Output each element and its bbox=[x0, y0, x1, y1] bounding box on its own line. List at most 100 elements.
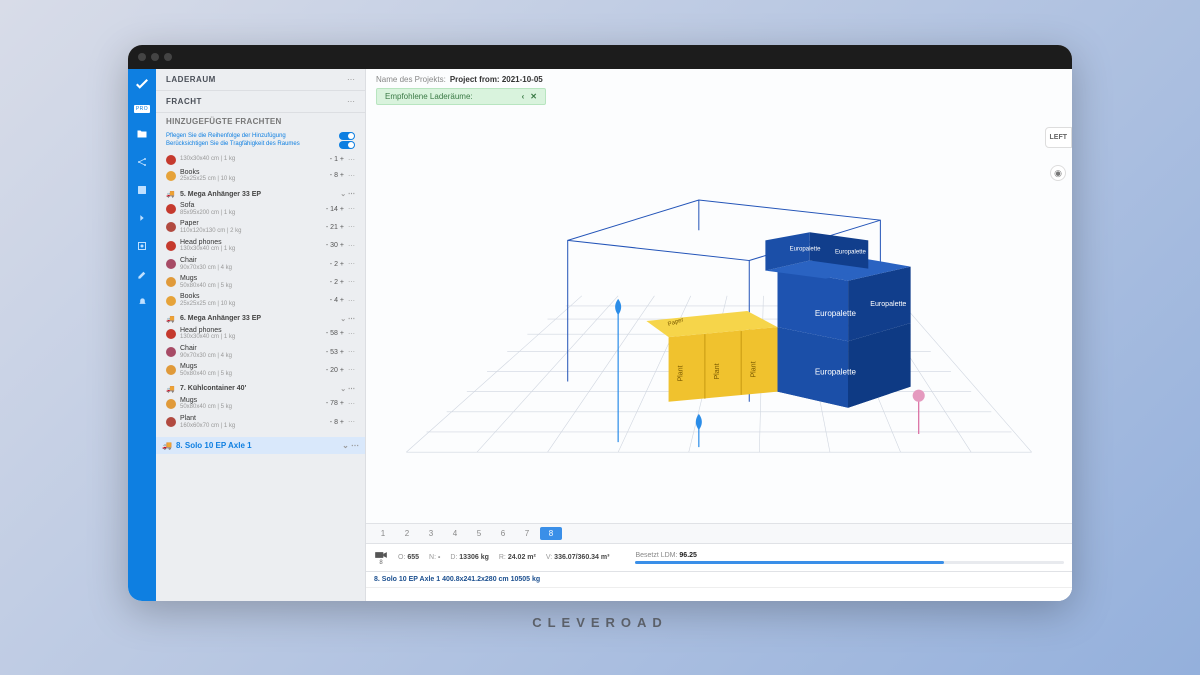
marker-sphere-icon[interactable] bbox=[913, 390, 925, 402]
quantity-stepper[interactable]: - 1 + bbox=[314, 156, 344, 163]
quantity-stepper[interactable]: - 53 + bbox=[314, 349, 344, 356]
toggle2-switch[interactable] bbox=[339, 141, 355, 149]
more-icon[interactable]: ⋯ bbox=[348, 297, 355, 305]
cargo-item[interactable]: Sofa85x95x200 cm | 1 kg- 14 +⋯ bbox=[160, 200, 361, 218]
ldm-value: 96.25 bbox=[679, 552, 697, 559]
traffic-close[interactable] bbox=[138, 53, 146, 61]
traffic-max[interactable] bbox=[164, 53, 172, 61]
ldm-block: Besetzt LDM: 96.25 bbox=[621, 552, 1064, 564]
cargo-item[interactable]: Chair90x70x30 cm | 4 kg- 2 +⋯ bbox=[160, 255, 361, 273]
cargo-item[interactable]: Head phones130x30x40 cm | 1 kg- 30 +⋯ bbox=[160, 237, 361, 255]
hint-close-icon[interactable]: ✕ bbox=[530, 92, 537, 101]
step-navigator: 12345678 bbox=[366, 523, 1072, 543]
camera-badge[interactable]: 8 bbox=[374, 550, 388, 566]
axle-info-bar[interactable]: 8. Solo 10 EP Axle 1 400.8x241.2x280 cm … bbox=[366, 571, 1072, 587]
vehicle-group-header[interactable]: 🚚5. Mega Anhänger 33 EP⌄ ⋯ bbox=[160, 185, 361, 200]
stat-v-val: 336.07/360.34 m³ bbox=[554, 554, 609, 561]
more-icon[interactable]: ⋯ bbox=[348, 366, 355, 374]
logo-pro-badge: PRO bbox=[134, 105, 150, 113]
share-icon[interactable] bbox=[135, 155, 149, 169]
cargo-item[interactable]: Mugs50x80x40 cm | 5 kg- 2 +⋯ bbox=[160, 273, 361, 291]
cargo-item[interactable]: Mugs50x80x40 cm | 5 kg- 78 +⋯ bbox=[160, 395, 361, 413]
more-icon[interactable]: ⋯ bbox=[348, 348, 355, 356]
app-logo[interactable] bbox=[132, 75, 152, 95]
template-icon[interactable] bbox=[135, 183, 149, 197]
step-2[interactable]: 2 bbox=[396, 527, 418, 540]
quantity-stepper[interactable]: - 20 + bbox=[314, 367, 344, 374]
box-label: Plant bbox=[750, 361, 757, 377]
chevron-right-icon[interactable] bbox=[135, 211, 149, 225]
cargo-item[interactable]: Mugs50x80x40 cm | 5 kg- 20 +⋯ bbox=[160, 361, 361, 379]
quantity-stepper[interactable]: - 8 + bbox=[314, 419, 344, 426]
step-5[interactable]: 5 bbox=[468, 527, 490, 540]
quantity-stepper[interactable]: - 4 + bbox=[314, 297, 344, 304]
vehicle-group-header[interactable]: 🚚7. Kühlcontainer 40'⌄ ⋯ bbox=[160, 380, 361, 395]
vehicle-group-header[interactable]: 🚚6. Mega Anhänger 33 EP⌄ ⋯ bbox=[160, 310, 361, 325]
more-icon[interactable]: ⋯ bbox=[347, 97, 355, 106]
color-swatch bbox=[166, 277, 176, 287]
color-swatch bbox=[166, 204, 176, 214]
color-swatch bbox=[166, 296, 176, 306]
app-window: PRO LADERAUM ⋯ FRACHT ⋯ HINZUGEFÜGTE FRA… bbox=[128, 45, 1072, 601]
step-7[interactable]: 7 bbox=[516, 527, 538, 540]
more-icon[interactable]: ⋯ bbox=[347, 75, 355, 84]
cargo-item[interactable]: Head phones130x30x40 cm | 1 kg- 58 +⋯ bbox=[160, 325, 361, 343]
project-bar: Name des Projekts: Project from: 2021-10… bbox=[366, 69, 1072, 86]
box-label: Plant bbox=[678, 365, 685, 381]
hint-prev-icon[interactable]: ‹ bbox=[522, 92, 525, 101]
cargo-item[interactable]: Chair90x70x30 cm | 4 kg- 53 +⋯ bbox=[160, 343, 361, 361]
step-6[interactable]: 6 bbox=[492, 527, 514, 540]
stat-d-key: D: bbox=[450, 554, 457, 561]
target-icon[interactable] bbox=[135, 239, 149, 253]
step-1[interactable]: 1 bbox=[372, 527, 394, 540]
edit-icon[interactable] bbox=[135, 267, 149, 281]
more-icon[interactable]: ⋯ bbox=[348, 278, 355, 286]
traffic-min[interactable] bbox=[151, 53, 159, 61]
folder-icon[interactable] bbox=[135, 127, 149, 141]
view-left-button[interactable]: LEFT bbox=[1045, 127, 1073, 148]
marker-pin-icon[interactable] bbox=[615, 299, 621, 315]
more-icon[interactable]: ⋯ bbox=[348, 242, 355, 250]
cargo-item[interactable]: Books25x25x25 cm | 10 kg- 8 +⋯ bbox=[160, 167, 361, 185]
quantity-stepper[interactable]: - 2 + bbox=[314, 279, 344, 286]
pallet-label: Europalette bbox=[815, 309, 857, 318]
cargo-item[interactable]: Plant160x60x70 cm | 1 kg- 8 +⋯ bbox=[160, 413, 361, 431]
more-icon[interactable]: ⋯ bbox=[348, 330, 355, 338]
bell-icon[interactable] bbox=[135, 295, 149, 309]
more-icon[interactable]: ⋯ bbox=[348, 260, 355, 268]
selected-vehicle-row[interactable]: 🚚 8. Solo 10 EP Axle 1 ⌄ ⋯ bbox=[156, 437, 365, 454]
section-laderaum[interactable]: LADERAUM ⋯ bbox=[156, 69, 365, 91]
cargo-item[interactable]: 130x30x40 cm | 1 kg- 1 +⋯ bbox=[160, 153, 361, 167]
yellow-box-front[interactable] bbox=[669, 327, 778, 402]
step-3[interactable]: 3 bbox=[420, 527, 442, 540]
cargo-item[interactable]: Paper110x120x130 cm | 2 kg- 21 +⋯ bbox=[160, 218, 361, 236]
quantity-stepper[interactable]: - 78 + bbox=[314, 400, 344, 407]
stats-bar: 8 O: 655 N: - D: 13306 kg R: 24.02 m² V:… bbox=[366, 543, 1072, 571]
quantity-stepper[interactable]: - 8 + bbox=[314, 172, 344, 179]
toggle1-switch[interactable] bbox=[339, 132, 355, 140]
more-icon[interactable]: ⋯ bbox=[348, 172, 355, 180]
quantity-stepper[interactable]: - 21 + bbox=[314, 224, 344, 231]
stat-o-key: O: bbox=[398, 554, 405, 561]
color-swatch bbox=[166, 171, 176, 181]
more-icon[interactable]: ⋯ bbox=[348, 418, 355, 426]
color-swatch bbox=[166, 399, 176, 409]
more-icon[interactable]: ⋯ bbox=[348, 205, 355, 213]
visibility-toggle-icon[interactable]: ◉ bbox=[1050, 165, 1066, 181]
more-icon[interactable]: ⋯ bbox=[348, 223, 355, 231]
step-4[interactable]: 4 bbox=[444, 527, 466, 540]
quantity-stepper[interactable]: - 2 + bbox=[314, 261, 344, 268]
more-icon[interactable]: ⋯ bbox=[348, 400, 355, 408]
quantity-stepper[interactable]: - 14 + bbox=[314, 206, 344, 213]
3d-viewport[interactable]: LEFT ◉ bbox=[366, 109, 1072, 523]
section-fracht[interactable]: FRACHT ⋯ bbox=[156, 91, 365, 113]
stat-n-val: - bbox=[438, 554, 440, 561]
marker-pin-icon[interactable] bbox=[696, 414, 702, 430]
quantity-stepper[interactable]: - 58 + bbox=[314, 330, 344, 337]
toggle-block: Pflegen Sie die Reihenfolge der Hinzufüg… bbox=[156, 130, 365, 153]
quantity-stepper[interactable]: - 30 + bbox=[314, 242, 344, 249]
step-8[interactable]: 8 bbox=[540, 527, 562, 540]
cargo-item[interactable]: Books25x25x25 cm | 10 kg- 4 +⋯ bbox=[160, 291, 361, 309]
more-icon[interactable]: ⋯ bbox=[348, 156, 355, 164]
window-titlebar bbox=[128, 45, 1072, 69]
